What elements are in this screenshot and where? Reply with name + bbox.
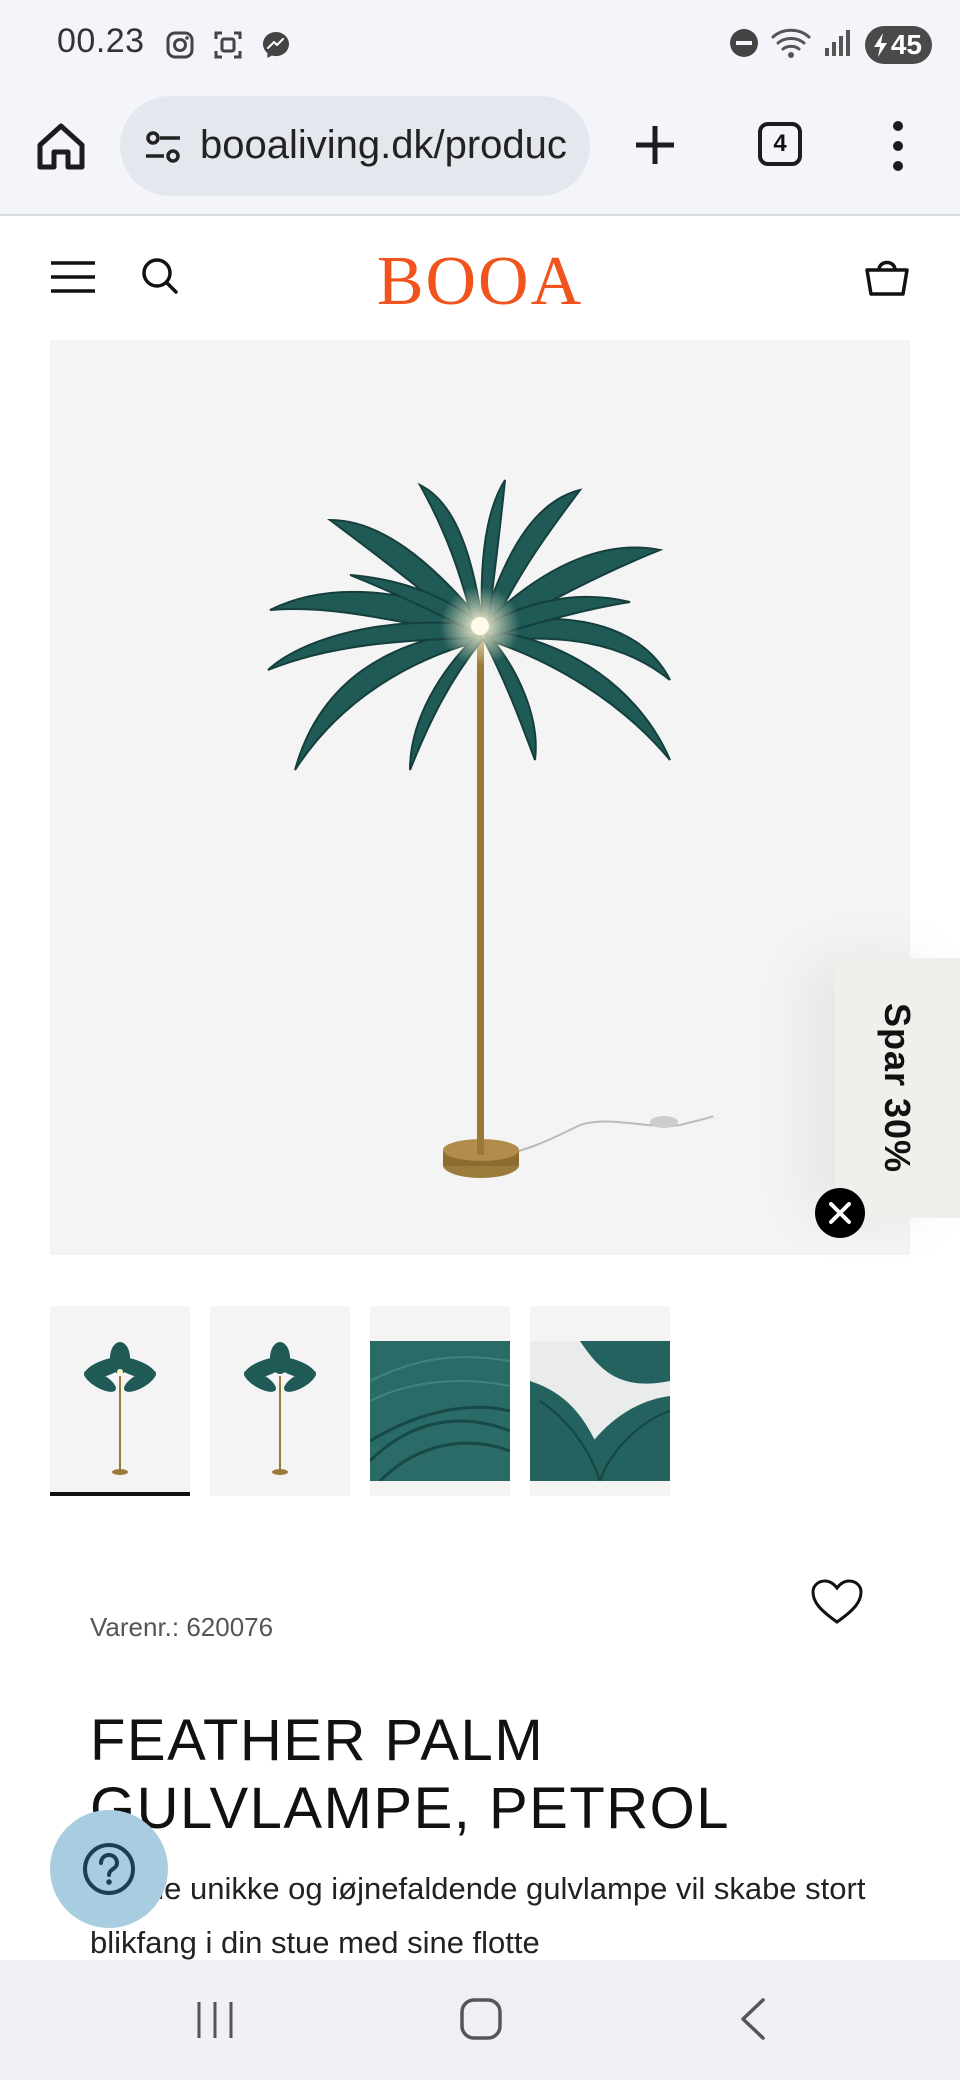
home-icon[interactable] [34, 119, 88, 173]
close-icon [829, 1202, 851, 1224]
tab-switcher-button[interactable]: 4 [758, 122, 802, 166]
palm-lamp-illustration [267, 479, 714, 1178]
wifi-icon [771, 27, 811, 64]
thumbnail-3[interactable] [370, 1306, 510, 1496]
status-bar: 00.23 45 [0, 0, 960, 92]
back-icon[interactable] [735, 1996, 771, 2042]
site-settings-icon[interactable] [142, 126, 184, 168]
more-menu-icon[interactable] [886, 116, 910, 176]
wishlist-heart-icon[interactable] [810, 1578, 864, 1626]
product-description: Denne unikke og iøjnefaldende gulvlampe … [90, 1871, 866, 1960]
lamp-thumbnail-image [84, 1342, 156, 1475]
product-sku: Varenr.: 620076 [90, 1612, 274, 1642]
system-nav-bar [0, 1960, 960, 2080]
browser-toolbar: booaliving.dk/produc 4 [0, 92, 960, 216]
promo-label[interactable]: Spar 30% [877, 1003, 919, 1173]
recent-apps-icon[interactable] [193, 1998, 237, 2042]
site-header: BOOA [0, 216, 960, 338]
tab-count: 4 [773, 130, 787, 157]
feather-closeup-image [530, 1341, 670, 1481]
product-title: FEATHER PALM GULVLAMPE, PETROL [90, 1707, 731, 1841]
lamp-thumbnail-image [244, 1342, 316, 1475]
screenshot-icon [211, 28, 245, 62]
promo-close-button[interactable] [815, 1188, 865, 1238]
status-time: 00.23 [57, 22, 145, 60]
signal-icon [823, 28, 853, 63]
do-not-disturb-icon [729, 28, 759, 63]
thumbnail-2[interactable] [210, 1306, 350, 1496]
promo-tab[interactable]: Spar 30% [835, 958, 960, 1218]
home-button-icon[interactable] [458, 1996, 504, 2042]
cart-icon[interactable] [864, 254, 910, 298]
url-text[interactable]: booaliving.dk/produc [200, 123, 580, 168]
help-button[interactable] [50, 1810, 168, 1928]
thumbnail-4[interactable] [530, 1306, 670, 1496]
thumbnail-1[interactable] [50, 1306, 190, 1496]
messenger-icon [259, 28, 293, 62]
thumbnail-strip [50, 1306, 670, 1496]
new-tab-icon[interactable] [630, 120, 680, 170]
site-logo[interactable]: BOOA [0, 242, 960, 322]
battery-level: 45 [890, 29, 922, 60]
feather-closeup-image [370, 1341, 510, 1481]
instagram-icon [163, 28, 197, 62]
address-bar[interactable]: booaliving.dk/produc [120, 96, 590, 196]
question-mark-icon [83, 1843, 135, 1895]
product-main-image[interactable] [50, 340, 910, 1255]
battery-icon: 45 [864, 26, 932, 64]
